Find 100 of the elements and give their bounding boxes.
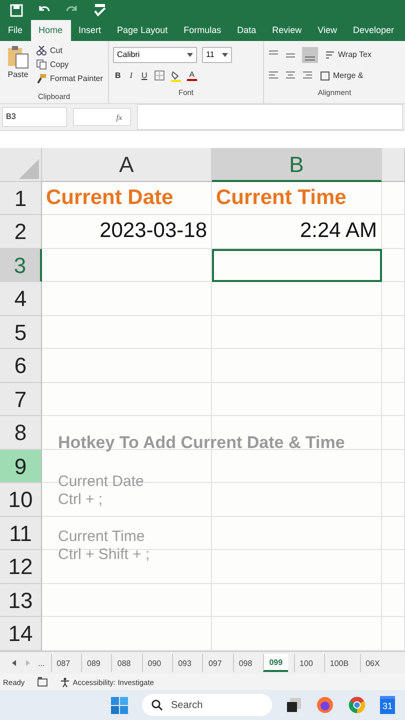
row-header[interactable]: 6 [0, 349, 42, 382]
start-icon[interactable] [111, 696, 128, 714]
column-header[interactable]: A [42, 148, 212, 182]
overlay-title: Hotkey To Add Current Date & Time [58, 433, 345, 453]
table-cell [382, 349, 405, 382]
ribbon-tab[interactable]: File [0, 20, 31, 41]
font-color-button[interactable]: A [187, 70, 197, 81]
sheet-tab[interactable]: 088 [111, 654, 136, 672]
row-header[interactable]: 14 [0, 617, 42, 650]
row-header[interactable]: 12 [0, 550, 42, 584]
row-header[interactable]: 9 [0, 450, 42, 483]
scissors-icon [36, 45, 47, 56]
fill-color-icon[interactable] [170, 70, 182, 82]
sheet-tab[interactable]: 090 [142, 654, 166, 672]
align-left-icon[interactable] [268, 70, 279, 80]
row-header[interactable]: 2 [0, 215, 42, 248]
row-header[interactable]: 13 [0, 584, 42, 617]
ribbon-tab[interactable]: Developer [345, 20, 402, 41]
active-cell[interactable] [212, 248, 382, 282]
table-cell [382, 248, 405, 282]
merge-button[interactable]: Merge & [319, 70, 364, 82]
row-header[interactable]: 3 [0, 248, 42, 282]
caret-icon [222, 52, 228, 56]
clipboard-icon [6, 44, 30, 70]
table-cell [382, 416, 405, 450]
calendar-button[interactable]: 31 [380, 696, 395, 714]
align-right-icon[interactable] [302, 70, 313, 80]
table-cell [382, 483, 405, 516]
row-header[interactable]: 10 [0, 483, 42, 516]
cut-button[interactable]: Cut [35, 44, 104, 57]
spelling-check-icon[interactable] [93, 3, 107, 17]
insert-function-button[interactable]: fx [116, 112, 122, 122]
ribbon-tab[interactable]: Review [264, 20, 310, 41]
ribbon-tab[interactable]: Page Layout [109, 20, 176, 41]
search-icon [151, 699, 163, 711]
task-view-icon[interactable] [286, 697, 302, 713]
ribbon-tab[interactable]: View [310, 20, 345, 41]
table-cell: Current Date [42, 182, 212, 215]
wrap-text-icon [325, 50, 335, 60]
italic-button[interactable]: I [128, 71, 134, 80]
overlay-text: Ctrl + ; [58, 491, 104, 509]
browser-icon[interactable] [348, 696, 366, 714]
align-bottom-icon[interactable] [302, 46, 318, 62]
ribbon-tab[interactable]: Data [229, 20, 264, 41]
browser-icon[interactable] [316, 696, 334, 714]
scroll-left-icon[interactable] [10, 659, 18, 667]
row-header[interactable]: 11 [0, 516, 42, 550]
overlay-text: Current Time [58, 528, 146, 546]
brush-icon [36, 73, 47, 84]
ribbon-tab[interactable]: Insert [70, 20, 110, 41]
table-cell: 2023-03-18 [42, 215, 212, 248]
sheet-tab[interactable]: 097 [202, 654, 227, 672]
bold-button[interactable]: B [113, 71, 123, 80]
merge-icon [320, 70, 330, 80]
triangle-icon [19, 158, 39, 178]
table-cell [382, 282, 405, 316]
table-cell [382, 215, 405, 248]
ribbon-tab[interactable]: Home [30, 20, 71, 41]
sheet-tab[interactable]: 087 [50, 654, 76, 672]
caret-icon [187, 52, 193, 56]
formula-field[interactable] [137, 104, 403, 130]
sheet-tab[interactable]: 100 [294, 654, 318, 672]
sheet-tab[interactable]: 089 [81, 654, 106, 672]
copy-button[interactable]: Copy [35, 58, 104, 71]
row-header[interactable]: 7 [0, 382, 42, 416]
overlay-text: Current Date [58, 473, 145, 491]
table-cell: 2:24 AM [212, 215, 382, 248]
column-header[interactable]: B [212, 148, 382, 182]
table-cell [382, 382, 405, 416]
name-box[interactable]: B3 [2, 107, 67, 127]
borders-icon[interactable] [154, 70, 166, 81]
table-cell [382, 584, 405, 617]
sheet-tab[interactable]: 100B [324, 654, 354, 672]
copy-icon [36, 59, 47, 70]
ribbon-tab[interactable]: Formulas [176, 20, 230, 41]
table-cell: Current Time [212, 182, 382, 215]
wrap-text-button[interactable]: Wrap Tex [324, 48, 372, 60]
paste-button[interactable]: Paste [4, 44, 32, 90]
row-header[interactable]: 8 [0, 416, 42, 450]
more-sheets-button[interactable]: ... [38, 658, 45, 668]
table-cell [382, 550, 405, 584]
sheet-tab[interactable]: 098 [232, 654, 258, 672]
row-header[interactable]: 4 [0, 282, 42, 316]
sheet-tab[interactable]: 06X [360, 654, 385, 672]
underline-button[interactable]: U [139, 71, 150, 80]
font-size-dropdown[interactable]: 11 [202, 46, 232, 62]
search-field[interactable]: Search [142, 694, 272, 716]
format-painter-button[interactable]: Format Painter [35, 72, 104, 85]
table-cell [382, 316, 405, 349]
table-cell [382, 182, 405, 215]
accessibility-icon [60, 676, 71, 688]
sheet-tab[interactable]: 099 [263, 654, 288, 672]
row-header[interactable]: 5 [0, 316, 42, 349]
table-cell [382, 450, 405, 483]
table-cell [382, 516, 405, 550]
row-header[interactable]: 1 [0, 182, 42, 215]
font-name-dropdown[interactable]: Calibri [113, 46, 197, 62]
save-icon[interactable] [10, 4, 23, 16]
align-center-icon[interactable] [285, 70, 296, 80]
sheet-tab[interactable]: 093 [172, 654, 196, 672]
